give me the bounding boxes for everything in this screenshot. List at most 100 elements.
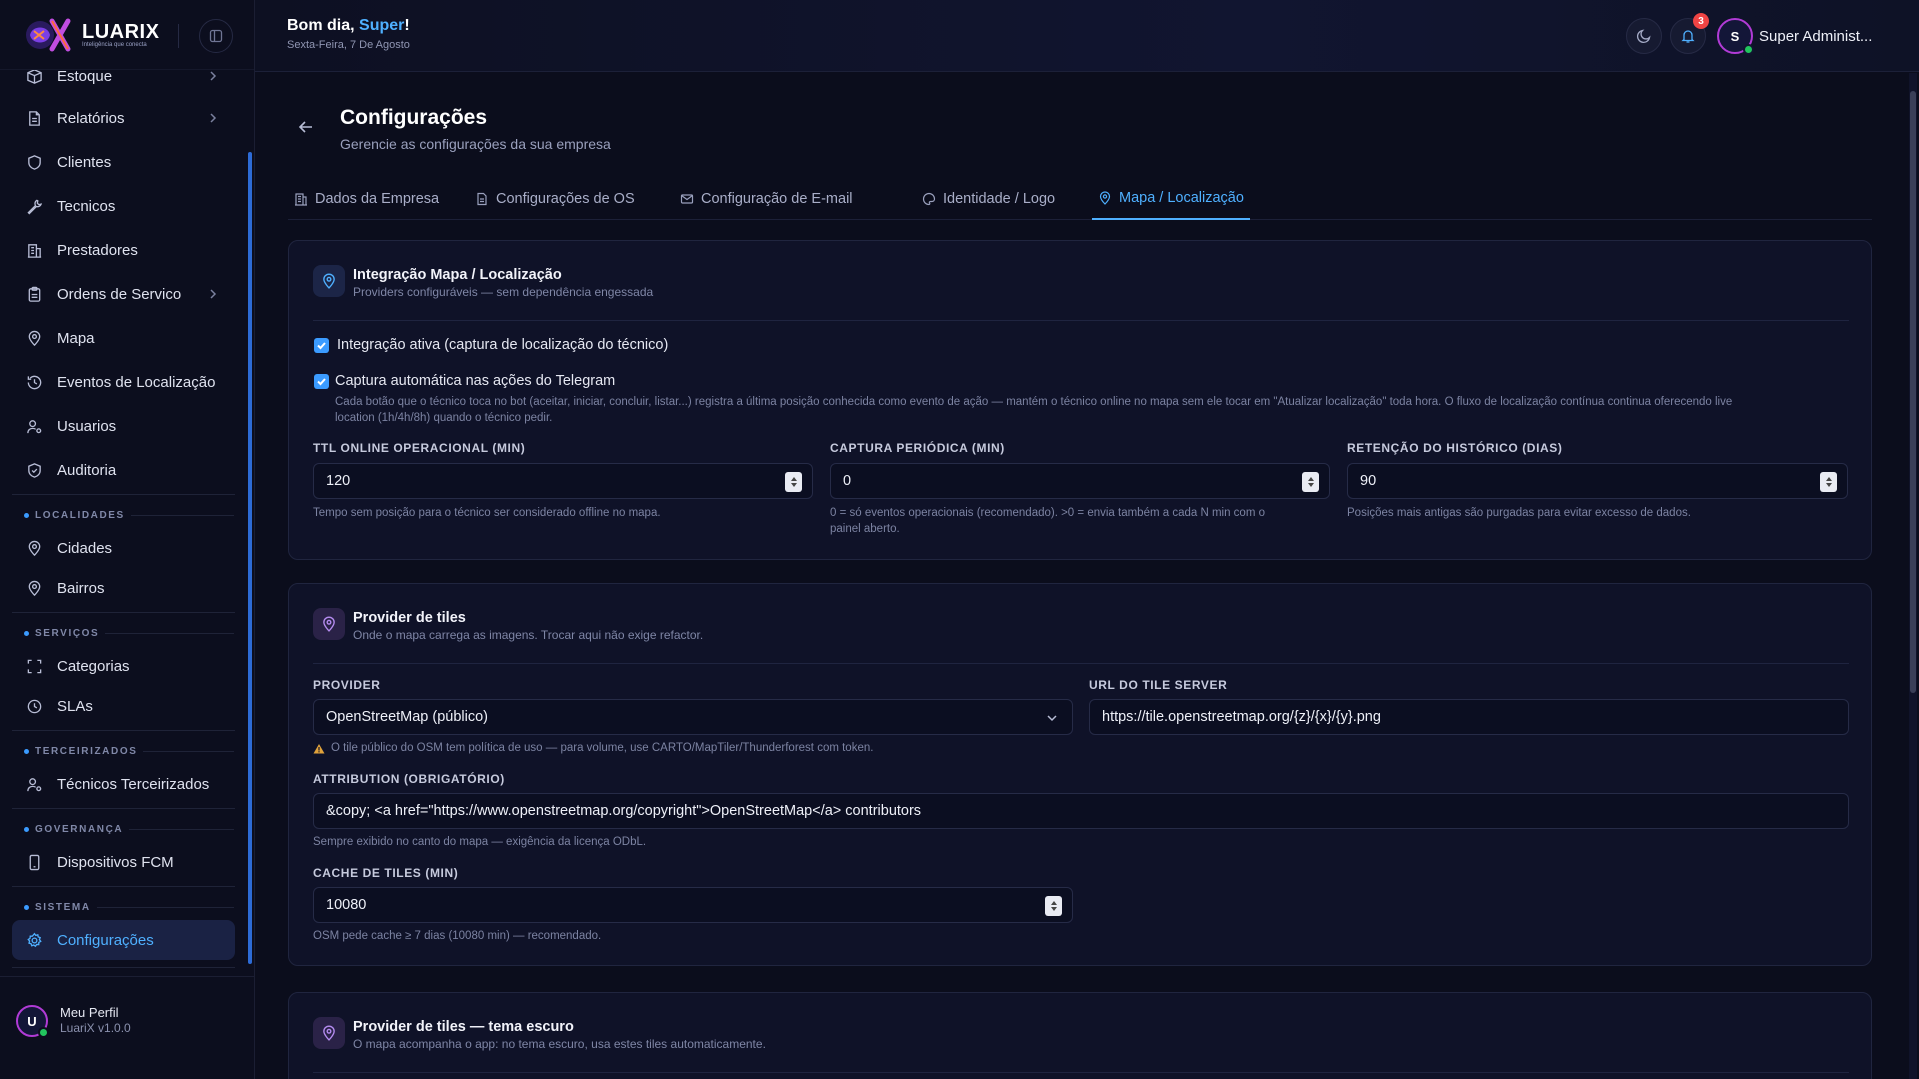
provider-select[interactable]: OpenStreetMap (público) bbox=[313, 699, 1073, 735]
cache-input[interactable]: 10080 bbox=[313, 887, 1073, 923]
card-header: Provider de tiles — tema escuro O mapa a… bbox=[313, 1017, 1849, 1073]
brand-name: LUARIX bbox=[82, 21, 160, 43]
integration-active-label[interactable]: Integração ativa (captura de localização… bbox=[337, 337, 668, 353]
attribution-help: Sempre exibido no canto do mapa — exigên… bbox=[313, 836, 647, 848]
sidebar-item-estoque[interactable]: Estoque bbox=[12, 70, 235, 96]
online-status-dot bbox=[1743, 44, 1754, 55]
sidebar-item-usuarios[interactable]: Usuarios bbox=[12, 406, 235, 446]
brand-logo[interactable]: LUARIX Inteligência que conecta bbox=[22, 17, 159, 53]
header-divider bbox=[178, 24, 179, 48]
tab-configuracoes-de-os[interactable]: Configurações de OS bbox=[469, 178, 641, 220]
ttl-input[interactable]: 120 bbox=[313, 463, 813, 499]
scrollbar-thumb[interactable] bbox=[1910, 91, 1916, 693]
theme-toggle-button[interactable] bbox=[1626, 18, 1662, 54]
sidebar-item-label: Bairros bbox=[57, 579, 105, 597]
topbar: Bom dia, Super! Sexta-Feira, 7 De Agosto… bbox=[255, 0, 1919, 72]
moon-icon bbox=[1636, 29, 1651, 44]
mail-icon bbox=[680, 194, 694, 204]
app-version: LuariX v1.0.0 bbox=[60, 1021, 131, 1035]
sidebar-item-label: Dispositivos FCM bbox=[57, 853, 174, 871]
card-header: Integração Mapa / Localização Providers … bbox=[313, 265, 1849, 321]
card-title: Provider de tiles — tema escuro bbox=[353, 1019, 574, 1035]
sidebar-item-label: Auditoria bbox=[57, 461, 117, 479]
provider-warning: O tile público do OSM tem política de us… bbox=[313, 740, 873, 756]
user-menu-name[interactable]: Super Administ... bbox=[1759, 28, 1872, 45]
profile-menu[interactable]: U Meu Perfil LuariX v1.0.0 bbox=[0, 976, 255, 1079]
map-pin-icon bbox=[1099, 191, 1111, 205]
sidebar-item-tecnicos-terceirizados[interactable]: Técnicos Terceirizados bbox=[12, 764, 235, 804]
report-icon bbox=[29, 110, 40, 126]
sidebar-item-slas[interactable]: SLAs bbox=[12, 686, 235, 726]
section-label-governanca: GOVERNANÇA bbox=[24, 822, 234, 836]
sidebar-item-configuracoes[interactable]: Configurações bbox=[12, 920, 235, 960]
sidebar-item-prestadores[interactable]: Prestadores bbox=[12, 230, 235, 270]
sidebar-separator bbox=[12, 808, 235, 809]
map-pin-icon bbox=[28, 540, 41, 556]
provider-label: PROVIDER bbox=[313, 678, 381, 692]
sidebar-item-cidades[interactable]: Cidades bbox=[12, 528, 235, 568]
tile-url-input[interactable]: https://tile.openstreetmap.org/{z}/{x}/{… bbox=[1089, 699, 1849, 735]
clipboard-icon bbox=[28, 286, 41, 302]
tab-dados-da-empresa[interactable]: Dados da Empresa bbox=[288, 178, 445, 220]
sidebar-item-bairros[interactable]: Bairros bbox=[12, 568, 235, 608]
sidebar-item-relatorios[interactable]: Relatórios bbox=[12, 98, 235, 138]
sidebar: LUARIX Inteligência que conecta Estoque … bbox=[0, 0, 255, 1079]
greeting: Bom dia, Super! bbox=[287, 17, 410, 34]
number-stepper[interactable] bbox=[1302, 472, 1319, 492]
sidebar-header: LUARIX Inteligência que conecta bbox=[0, 0, 254, 70]
notifications-button[interactable]: 3 bbox=[1670, 13, 1709, 54]
captura-input[interactable]: 0 bbox=[830, 463, 1330, 499]
user-cog-icon bbox=[27, 419, 42, 433]
page-title: Configurações bbox=[340, 106, 488, 129]
sidebar-collapse-button[interactable] bbox=[199, 19, 233, 53]
tab-configuracao-de-email[interactable]: Configuração de E-mail bbox=[674, 178, 859, 220]
cache-help: OSM pede cache ≥ 7 dias (10080 min) — re… bbox=[313, 930, 602, 942]
user-cog-icon bbox=[27, 777, 42, 791]
telegram-capture-help-line2: location (1h/4h/8h) quando o técnico ped… bbox=[335, 412, 553, 424]
smartphone-icon bbox=[29, 854, 40, 870]
check-icon bbox=[317, 342, 326, 350]
sidebar-item-eventos-de-localizacao[interactable]: Eventos de Localização bbox=[12, 362, 235, 402]
number-stepper[interactable] bbox=[1045, 896, 1062, 916]
sidebar-item-label: Tecnicos bbox=[57, 197, 116, 215]
number-stepper[interactable] bbox=[785, 472, 802, 492]
integration-active-checkbox[interactable] bbox=[314, 338, 329, 353]
sidebar-item-dispositivos-fcm[interactable]: Dispositivos FCM bbox=[12, 842, 235, 882]
card-subtitle: O mapa acompanha o app: no tema escuro, … bbox=[353, 1037, 766, 1051]
back-arrow-icon[interactable] bbox=[297, 118, 315, 136]
retencao-input[interactable]: 90 bbox=[1347, 463, 1848, 499]
user-avatar[interactable]: S bbox=[1717, 18, 1754, 55]
tab-identidade-logo[interactable]: Identidade / Logo bbox=[916, 178, 1061, 220]
sidebar-item-mapa[interactable]: Mapa bbox=[12, 318, 235, 358]
shield-icon bbox=[28, 154, 41, 170]
sidebar-scrollbar[interactable] bbox=[248, 152, 252, 964]
chevron-right-icon bbox=[210, 289, 217, 299]
warning-icon bbox=[313, 743, 325, 753]
sidebar-item-tecnicos[interactable]: Tecnicos bbox=[12, 186, 235, 226]
attribution-input[interactable]: &copy; <a href="https://www.openstreetma… bbox=[313, 793, 1849, 829]
sidebar-item-clientes[interactable]: Clientes bbox=[12, 142, 235, 182]
captura-help-line2: painel aberto. bbox=[830, 523, 900, 535]
telegram-capture-checkbox[interactable] bbox=[314, 374, 329, 389]
sidebar-item-label: Categorias bbox=[57, 657, 130, 675]
page-subtitle: Gerencie as configurações da sua empresa bbox=[340, 136, 611, 152]
sidebar-separator bbox=[12, 612, 235, 613]
main-content: Configurações Gerencie as configurações … bbox=[255, 72, 1905, 1079]
number-stepper[interactable] bbox=[1820, 472, 1837, 492]
page-scrollbar[interactable] bbox=[1909, 73, 1917, 1079]
settings-tabs: Dados da Empresa Configurações de OS Con… bbox=[288, 178, 1872, 220]
card-title: Provider de tiles bbox=[353, 610, 466, 626]
tab-mapa-localizacao[interactable]: Mapa / Localização bbox=[1092, 178, 1250, 220]
retencao-help: Posições mais antigas são purgadas para … bbox=[1347, 507, 1691, 519]
sidebar-item-label: Ordens de Servico bbox=[57, 285, 182, 303]
section-label-terceirizados: TERCEIRIZADOS bbox=[24, 744, 234, 758]
online-status-dot bbox=[38, 1027, 49, 1038]
telegram-capture-label[interactable]: Captura automática nas ações do Telegram bbox=[335, 373, 615, 389]
sidebar-item-ordens-de-servico[interactable]: Ordens de Servico bbox=[12, 274, 235, 314]
card-subtitle: Onde o mapa carrega as imagens. Trocar a… bbox=[353, 628, 704, 642]
gear-icon bbox=[27, 932, 42, 947]
avatar: U bbox=[16, 1005, 49, 1038]
sidebar-item-auditoria[interactable]: Auditoria bbox=[12, 450, 235, 490]
map-pin-icon bbox=[28, 330, 41, 346]
sidebar-item-categorias[interactable]: Categorias bbox=[12, 646, 235, 686]
